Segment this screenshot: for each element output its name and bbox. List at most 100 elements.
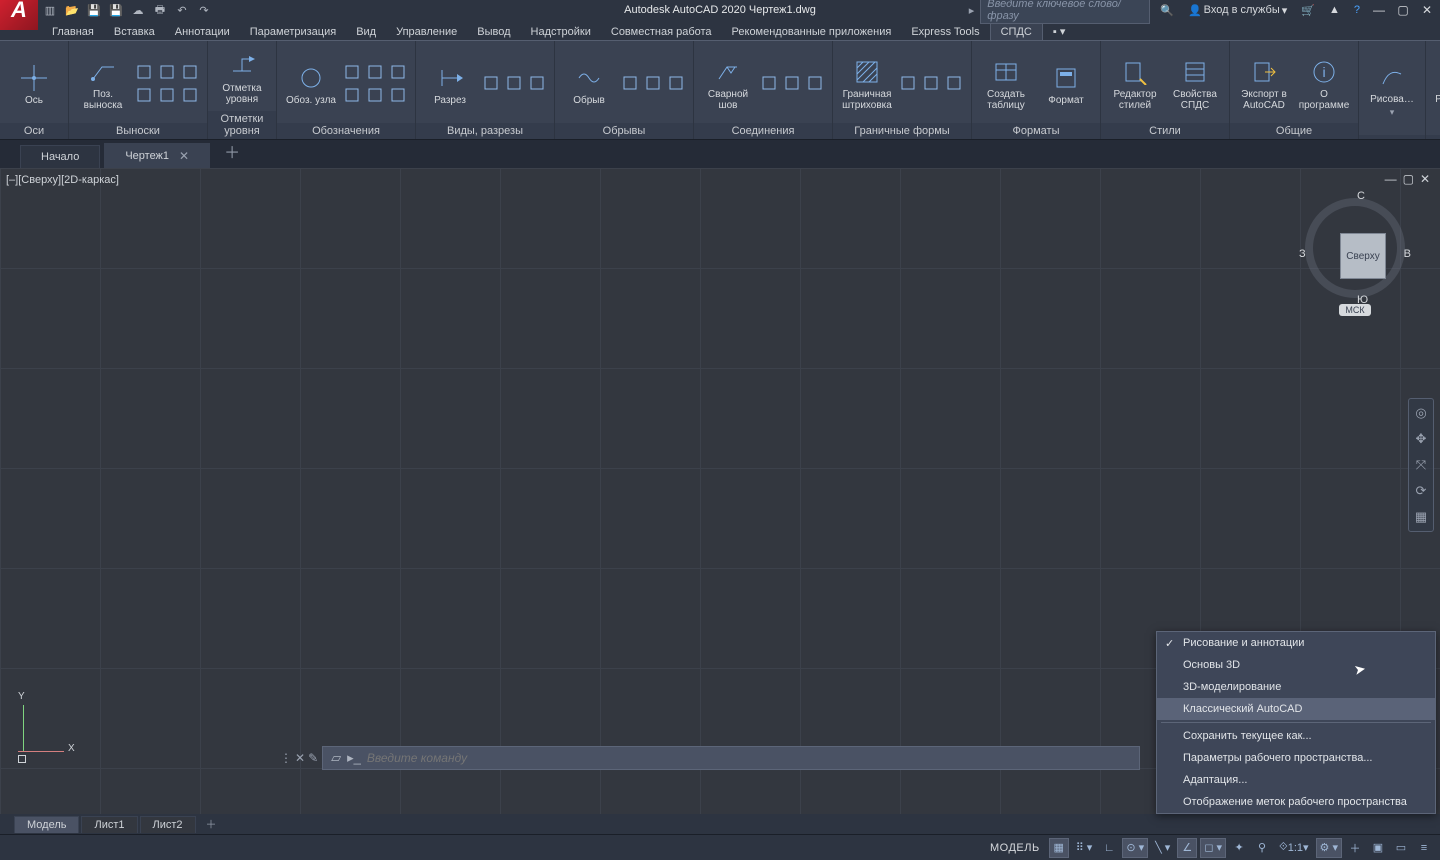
ribbon-smallbtn-6-0[interactable] — [760, 74, 778, 92]
drawing-tab[interactable]: Чертеж1 ✕ — [104, 143, 210, 168]
cmdline-handle-icon[interactable]: ⋮ — [280, 751, 292, 765]
modelspace-label[interactable]: МОДЕЛЬ — [984, 842, 1046, 854]
save-icon[interactable]: 💾 — [86, 2, 102, 18]
ribbon-tab-0[interactable]: Главная — [42, 24, 104, 40]
vp-maximize-icon[interactable]: ▢ — [1403, 172, 1414, 186]
close-tab-icon[interactable]: ✕ — [179, 149, 189, 163]
ribbon-tab-4[interactable]: Вид — [346, 24, 386, 40]
ribbon-button-draw[interactable]: Рисова…▾ — [1365, 62, 1419, 118]
ribbon-tab-1[interactable]: Вставка — [104, 24, 165, 40]
workspace-menu-item-3[interactable]: Классический AutoCAD — [1157, 698, 1435, 720]
close-button[interactable]: ✕ — [1418, 3, 1436, 17]
plot-icon[interactable]: 🖶 — [152, 2, 168, 18]
ribbon-tab-2[interactable]: Аннотации — [165, 24, 240, 40]
clean-screen-icon[interactable]: ▭ — [1391, 838, 1411, 858]
ribbon-button-table[interactable]: Создать таблицу — [978, 57, 1034, 111]
command-line[interactable]: ▱ ▸_ — [322, 746, 1140, 770]
pan-icon[interactable]: ✥ — [1411, 429, 1431, 449]
ribbon-smallbtn-1-4[interactable] — [158, 86, 176, 104]
workspace-menu-item2-3[interactable]: Отображение меток рабочего пространства — [1157, 791, 1435, 813]
ribbon-button-edit[interactable]: Редакти…▾ — [1432, 62, 1440, 118]
object-snap-icon[interactable]: ◻ ▾ — [1200, 838, 1226, 858]
ribbon-tab-9[interactable]: Рекомендованные приложения — [722, 24, 902, 40]
workspace-menu-item2-2[interactable]: Адаптация... — [1157, 769, 1435, 791]
autodesk-icon[interactable]: ▲ — [1325, 4, 1344, 16]
ribbon-overflow-button[interactable]: ▪ ▾ — [1043, 23, 1075, 40]
redo-icon[interactable]: ↷ — [196, 2, 212, 18]
workspace-menu-item2-0[interactable]: Сохранить текущее как... — [1157, 725, 1435, 747]
vp-close-icon[interactable]: ✕ — [1420, 172, 1430, 186]
workspace-menu-item-2[interactable]: 3D-моделирование — [1157, 676, 1435, 698]
start-tab[interactable]: Начало — [20, 145, 100, 168]
ribbon-tab-11[interactable]: СПДС — [990, 23, 1043, 40]
viewcube-east[interactable]: В — [1404, 248, 1411, 260]
ribbon-smallbtn-7-0[interactable] — [899, 74, 917, 92]
grid-display-icon[interactable]: ▦ — [1049, 838, 1069, 858]
ribbon-smallbtn-6-1[interactable] — [783, 74, 801, 92]
annotation-visibility-icon[interactable]: ✦ — [1229, 838, 1249, 858]
ribbon-smallbtn-4-0[interactable] — [482, 74, 500, 92]
vp-minimize-icon[interactable]: — — [1385, 172, 1397, 186]
isolate-objects-icon[interactable]: ▣ — [1368, 838, 1388, 858]
layout-tab-2[interactable]: Лист2 — [140, 816, 196, 833]
ribbon-tab-8[interactable]: Совместная работа — [601, 24, 722, 40]
ribbon-smallbtn-3-1[interactable] — [366, 63, 384, 81]
showmotion-icon[interactable]: ▦ — [1411, 507, 1431, 527]
ribbon-button-axis[interactable]: Ось — [6, 63, 62, 106]
viewcube[interactable]: Сверху С В Ю З МСК — [1300, 198, 1410, 318]
ribbon-smallbtn-3-4[interactable] — [366, 86, 384, 104]
ribbon-button-break[interactable]: Обрыв — [561, 63, 617, 106]
ribbon-button-weld[interactable]: Сварной шов — [700, 57, 756, 111]
isodraft-icon[interactable]: ╲ ▾ — [1151, 838, 1174, 858]
ribbon-button-leader[interactable]: Поз. выноска — [75, 57, 131, 111]
search-trigger-icon[interactable]: ▸ — [969, 4, 975, 17]
steering-wheel-icon[interactable]: ◎ — [1411, 403, 1431, 423]
viewcube-north[interactable]: С — [1357, 190, 1365, 202]
ribbon-smallbtn-5-1[interactable] — [644, 74, 662, 92]
ribbon-tab-6[interactable]: Вывод — [467, 24, 520, 40]
ribbon-tab-7[interactable]: Надстройки — [521, 24, 601, 40]
ribbon-button-style[interactable]: Редактор стилей — [1107, 57, 1163, 111]
ribbon-smallbtn-3-0[interactable] — [343, 63, 361, 81]
model-viewport[interactable]: [–][Сверху][2D-каркас] — ▢ ✕ Сверху С В … — [0, 168, 1440, 814]
ribbon-smallbtn-3-3[interactable] — [343, 86, 361, 104]
ribbon-smallbtn-1-5[interactable] — [181, 86, 199, 104]
maximize-button[interactable]: ▢ — [1394, 3, 1412, 17]
layout-tab-1[interactable]: Лист1 — [81, 816, 137, 833]
ribbon-smallbtn-1-3[interactable] — [135, 86, 153, 104]
ribbon-tab-10[interactable]: Express Tools — [901, 24, 989, 40]
ribbon-smallbtn-7-2[interactable] — [945, 74, 963, 92]
new-drawing-tab[interactable]: ＋ — [214, 134, 250, 168]
ribbon-button-hatch[interactable]: Граничная штриховка — [839, 57, 895, 111]
cmdline-close-icon[interactable]: ✕ — [295, 751, 305, 765]
viewcube-west[interactable]: З — [1299, 248, 1306, 260]
snap-mode-icon[interactable]: ⠿ ▾ — [1072, 838, 1097, 858]
workspace-switching-icon[interactable]: ⚙ ▾ — [1316, 838, 1342, 858]
workspace-menu-item-1[interactable]: Основы 3D — [1157, 654, 1435, 676]
command-input[interactable] — [367, 751, 1131, 765]
cloud-icon[interactable]: ☁ — [130, 2, 146, 18]
signin-button[interactable]: 👤 Вход в службы ▾ — [1184, 4, 1291, 17]
ribbon-button-node[interactable]: Обоз. узла — [283, 63, 339, 106]
workspace-menu-item-0[interactable]: Рисование и аннотации — [1157, 632, 1435, 654]
orbit-icon[interactable]: ⟳ — [1411, 481, 1431, 501]
ribbon-smallbtn-1-1[interactable] — [158, 63, 176, 81]
object-snap-tracking-icon[interactable]: ∠ — [1177, 838, 1197, 858]
search-go-icon[interactable]: 🔍 — [1156, 4, 1178, 17]
viewcube-south[interactable]: Ю — [1357, 294, 1368, 306]
ribbon-smallbtn-5-0[interactable] — [621, 74, 639, 92]
ribbon-button-format[interactable]: Формат — [1038, 63, 1094, 106]
autoscale-icon[interactable]: ⚲ — [1252, 838, 1272, 858]
ribbon-button-info[interactable]: iО программе — [1296, 57, 1352, 111]
zoom-extents-icon[interactable]: ⤧ — [1411, 455, 1431, 475]
ribbon-smallbtn-1-2[interactable] — [181, 63, 199, 81]
annotation-scale-icon[interactable]: ⟐ 1:1 ▾ — [1275, 838, 1313, 858]
annotation-monitor-icon[interactable]: ＋ — [1345, 838, 1365, 858]
ribbon-button-section[interactable]: Разрез — [422, 63, 478, 106]
ribbon-smallbtn-3-5[interactable] — [389, 86, 407, 104]
ribbon-smallbtn-3-2[interactable] — [389, 63, 407, 81]
ribbon-smallbtn-1-0[interactable] — [135, 63, 153, 81]
viewport-controls[interactable]: [–][Сверху][2D-каркас] — [6, 174, 119, 186]
app-store-icon[interactable]: 🛒 — [1297, 4, 1319, 17]
saveas-icon[interactable]: 💾 — [108, 2, 124, 18]
